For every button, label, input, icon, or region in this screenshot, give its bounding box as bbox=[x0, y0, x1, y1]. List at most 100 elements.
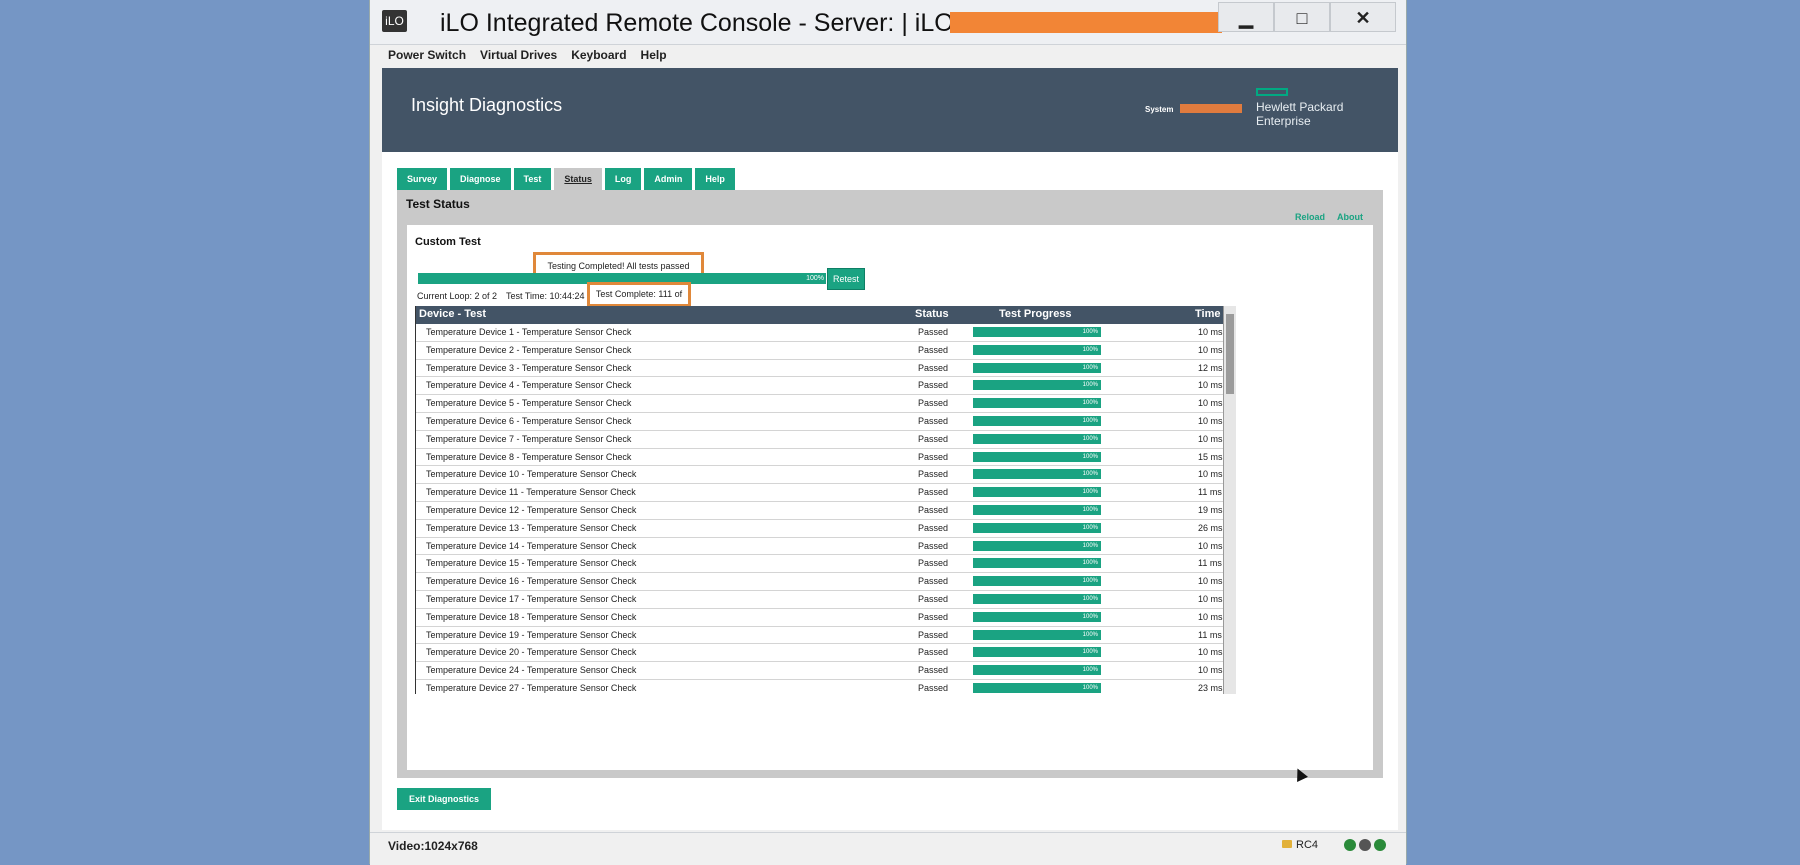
redaction-bar bbox=[950, 12, 1222, 33]
tab-help[interactable]: Help bbox=[695, 168, 735, 190]
table-row[interactable]: Temperature Device 17 - Temperature Sens… bbox=[416, 591, 1224, 609]
row-progress-bar: 100% bbox=[973, 647, 1101, 658]
scrollbar-thumb[interactable] bbox=[1226, 314, 1234, 394]
row-progress-bar: 100% bbox=[973, 487, 1101, 498]
close-icon[interactable]: ✕ bbox=[1330, 2, 1396, 32]
row-status: Passed bbox=[918, 433, 949, 444]
row-time: 19 ms bbox=[1198, 504, 1223, 515]
overall-progress-label: 100% bbox=[806, 275, 824, 282]
row-progress-bar: 100% bbox=[973, 344, 1101, 355]
title-bar[interactable]: iLO iLO Integrated Remote Console - Serv… bbox=[370, 0, 1406, 45]
table-row[interactable]: Temperature Device 8 - Temperature Senso… bbox=[416, 449, 1224, 467]
table-body: Temperature Device 1 - Temperature Senso… bbox=[416, 324, 1224, 694]
row-progress-bar: 100% bbox=[973, 433, 1101, 444]
current-loop: Current Loop: 2 of 2 bbox=[417, 291, 498, 301]
row-device-test: Temperature Device 20 - Temperature Sens… bbox=[426, 647, 637, 658]
table-row[interactable]: Temperature Device 10 - Temperature Sens… bbox=[416, 466, 1224, 485]
row-device-test: Temperature Device 4 - Temperature Senso… bbox=[426, 380, 632, 391]
table-row[interactable]: Temperature Device 11 - Temperature Sens… bbox=[416, 484, 1224, 502]
system-redaction bbox=[1180, 104, 1242, 113]
row-progress-bar: 100% bbox=[973, 593, 1101, 604]
retest-button[interactable]: Retest bbox=[827, 268, 865, 290]
row-time: 10 ms bbox=[1198, 611, 1223, 622]
row-progress-bar: 100% bbox=[973, 540, 1101, 551]
custom-test-title: Custom Test bbox=[415, 236, 481, 248]
header-device-test[interactable]: Device - Test bbox=[419, 308, 486, 320]
table-row[interactable]: Temperature Device 3 - Temperature Senso… bbox=[416, 360, 1224, 378]
tab-log[interactable]: Log bbox=[604, 168, 642, 190]
table-row[interactable]: Temperature Device 27 - Temperature Sens… bbox=[416, 680, 1224, 694]
menu-power-switch[interactable]: Power Switch bbox=[388, 45, 466, 67]
table-row[interactable]: Temperature Device 1 - Temperature Senso… bbox=[416, 324, 1224, 342]
table-row[interactable]: Temperature Device 14 - Temperature Sens… bbox=[416, 538, 1224, 556]
header-test-progress[interactable]: Test Progress bbox=[999, 308, 1072, 320]
row-progress-label: 100% bbox=[1082, 542, 1098, 549]
row-device-test: Temperature Device 3 - Temperature Senso… bbox=[426, 362, 632, 373]
status-light-icon bbox=[1374, 839, 1386, 851]
menu-keyboard[interactable]: Keyboard bbox=[571, 45, 626, 67]
table-row[interactable]: Temperature Device 13 - Temperature Sens… bbox=[416, 520, 1224, 538]
row-progress-bar: 100% bbox=[973, 327, 1101, 337]
system-label: System bbox=[1145, 105, 1174, 114]
row-progress-label: 100% bbox=[1082, 417, 1098, 424]
table-row[interactable]: Temperature Device 2 - Temperature Senso… bbox=[416, 342, 1224, 360]
row-progress-bar: 100% bbox=[973, 522, 1101, 533]
row-progress-label: 100% bbox=[1082, 471, 1098, 478]
menu-help[interactable]: Help bbox=[641, 45, 667, 67]
tab-admin[interactable]: Admin bbox=[644, 168, 693, 190]
tab-test[interactable]: Test bbox=[513, 168, 552, 190]
hpe-brand-line2: Enterprise bbox=[1256, 114, 1311, 128]
menu-bar: Power Switch Virtual Drives Keyboard Hel… bbox=[370, 45, 1406, 67]
table-row[interactable]: Temperature Device 6 - Temperature Senso… bbox=[416, 413, 1224, 431]
ilo-logo: iLO bbox=[382, 10, 407, 32]
row-time: 10 ms bbox=[1198, 647, 1223, 658]
table-scrollbar[interactable] bbox=[1223, 306, 1236, 694]
row-status: Passed bbox=[918, 504, 949, 515]
row-device-test: Temperature Device 6 - Temperature Senso… bbox=[426, 415, 632, 426]
table-row[interactable]: Temperature Device 4 - Temperature Senso… bbox=[416, 377, 1224, 396]
encryption-indicator: RC4 bbox=[1282, 839, 1318, 851]
header-time[interactable]: Time bbox=[1195, 308, 1220, 320]
table-row[interactable]: Temperature Device 5 - Temperature Senso… bbox=[416, 395, 1224, 413]
app-title: Insight Diagnostics bbox=[411, 95, 563, 115]
tab-diagnose[interactable]: Diagnose bbox=[450, 168, 511, 190]
row-device-test: Temperature Device 12 - Temperature Sens… bbox=[426, 504, 637, 515]
table-row[interactable]: Temperature Device 20 - Temperature Sens… bbox=[416, 644, 1224, 663]
test-time: Test Time: 10:44:24 bbox=[506, 291, 585, 301]
row-device-test: Temperature Device 7 - Temperature Senso… bbox=[426, 433, 632, 444]
row-progress-bar: 100% bbox=[973, 415, 1101, 426]
tab-status[interactable]: Status bbox=[554, 168, 602, 190]
row-time: 10 ms bbox=[1198, 327, 1223, 337]
row-progress-label: 100% bbox=[1082, 329, 1098, 335]
row-time: 10 ms bbox=[1198, 665, 1223, 676]
header-status[interactable]: Status bbox=[915, 308, 949, 320]
row-time: 10 ms bbox=[1198, 576, 1223, 587]
table-row[interactable]: Temperature Device 12 - Temperature Sens… bbox=[416, 502, 1224, 520]
table-row[interactable]: Temperature Device 24 - Temperature Sens… bbox=[416, 662, 1224, 680]
status-lights bbox=[1344, 839, 1386, 851]
row-progress-label: 100% bbox=[1082, 560, 1098, 567]
menu-virtual-drives[interactable]: Virtual Drives bbox=[480, 45, 557, 67]
encryption-label: RC4 bbox=[1296, 839, 1319, 851]
console-screen[interactable]: Insight Diagnostics System Hewlett Packa… bbox=[382, 68, 1398, 830]
row-device-test: Temperature Device 8 - Temperature Senso… bbox=[426, 451, 632, 462]
row-progress-label: 100% bbox=[1082, 489, 1098, 496]
table-row[interactable]: Temperature Device 19 - Temperature Sens… bbox=[416, 627, 1224, 645]
exit-diagnostics-button[interactable]: Exit Diagnostics bbox=[397, 788, 491, 810]
reload-link[interactable]: Reload bbox=[1295, 212, 1325, 222]
table-row[interactable]: Temperature Device 16 - Temperature Sens… bbox=[416, 573, 1224, 591]
row-progress-bar: 100% bbox=[973, 469, 1101, 480]
table-row[interactable]: Temperature Device 18 - Temperature Sens… bbox=[416, 609, 1224, 627]
table-row[interactable]: Temperature Device 7 - Temperature Senso… bbox=[416, 431, 1224, 449]
table-row[interactable]: Temperature Device 15 - Temperature Sens… bbox=[416, 555, 1224, 574]
row-device-test: Temperature Device 13 - Temperature Sens… bbox=[426, 522, 637, 533]
row-status: Passed bbox=[918, 647, 949, 658]
row-time: 10 ms bbox=[1198, 469, 1223, 480]
row-progress-bar: 100% bbox=[973, 629, 1101, 640]
maximize-icon[interactable]: □ bbox=[1274, 2, 1330, 32]
tab-survey[interactable]: Survey bbox=[397, 168, 448, 190]
row-status: Passed bbox=[918, 469, 949, 480]
minimize-icon[interactable]: ▁ bbox=[1218, 2, 1274, 32]
about-link[interactable]: About bbox=[1337, 212, 1363, 222]
row-progress-label: 100% bbox=[1082, 400, 1098, 407]
